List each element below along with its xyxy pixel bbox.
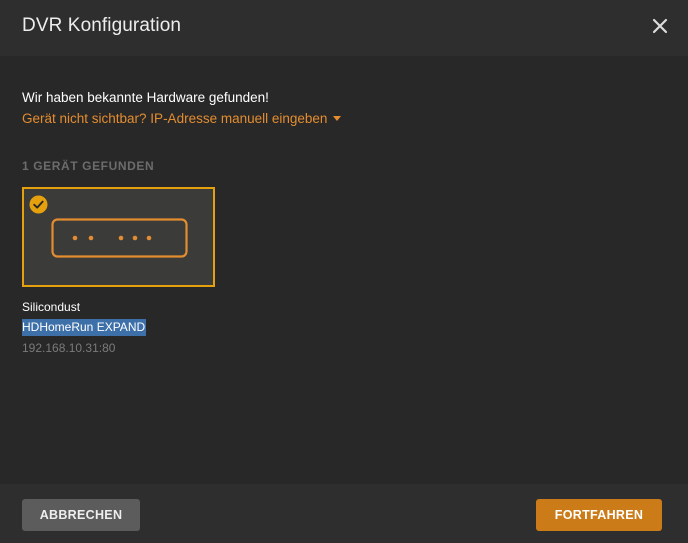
caret-down-icon xyxy=(333,115,342,121)
checkmark-icon xyxy=(29,195,48,214)
device-ip-address: 192.168.10.31:80 xyxy=(22,341,116,355)
continue-button[interactable]: FORTFAHREN xyxy=(536,499,662,531)
dialog-footer: ABBRECHEN FORTFAHREN xyxy=(0,484,688,543)
tuner-device-icon xyxy=(51,218,188,263)
dialog-body: Wir haben bekannte Hardware gefunden! Ge… xyxy=(0,56,688,484)
device-vendor: Silicondust xyxy=(22,300,81,314)
dialog-title: DVR Konfiguration xyxy=(22,15,182,36)
dialog-header: DVR Konfiguration xyxy=(0,0,688,56)
devices-found-heading: 1 GERÄT GEFUNDEN xyxy=(22,159,155,173)
device-card[interactable] xyxy=(22,187,215,287)
manual-ip-link[interactable]: Gerät nicht sichtbar? IP-Adresse manuell… xyxy=(22,111,342,126)
close-icon[interactable] xyxy=(648,14,672,38)
dvr-config-dialog: DVR Konfiguration Wir haben bekannte Har… xyxy=(0,0,688,543)
device-model: HDHomeRun EXPAND xyxy=(22,319,147,336)
hardware-found-message: Wir haben bekannte Hardware gefunden! xyxy=(22,90,269,105)
manual-ip-link-label: Gerät nicht sichtbar? IP-Adresse manuell… xyxy=(22,111,328,126)
cancel-button[interactable]: ABBRECHEN xyxy=(22,499,140,531)
